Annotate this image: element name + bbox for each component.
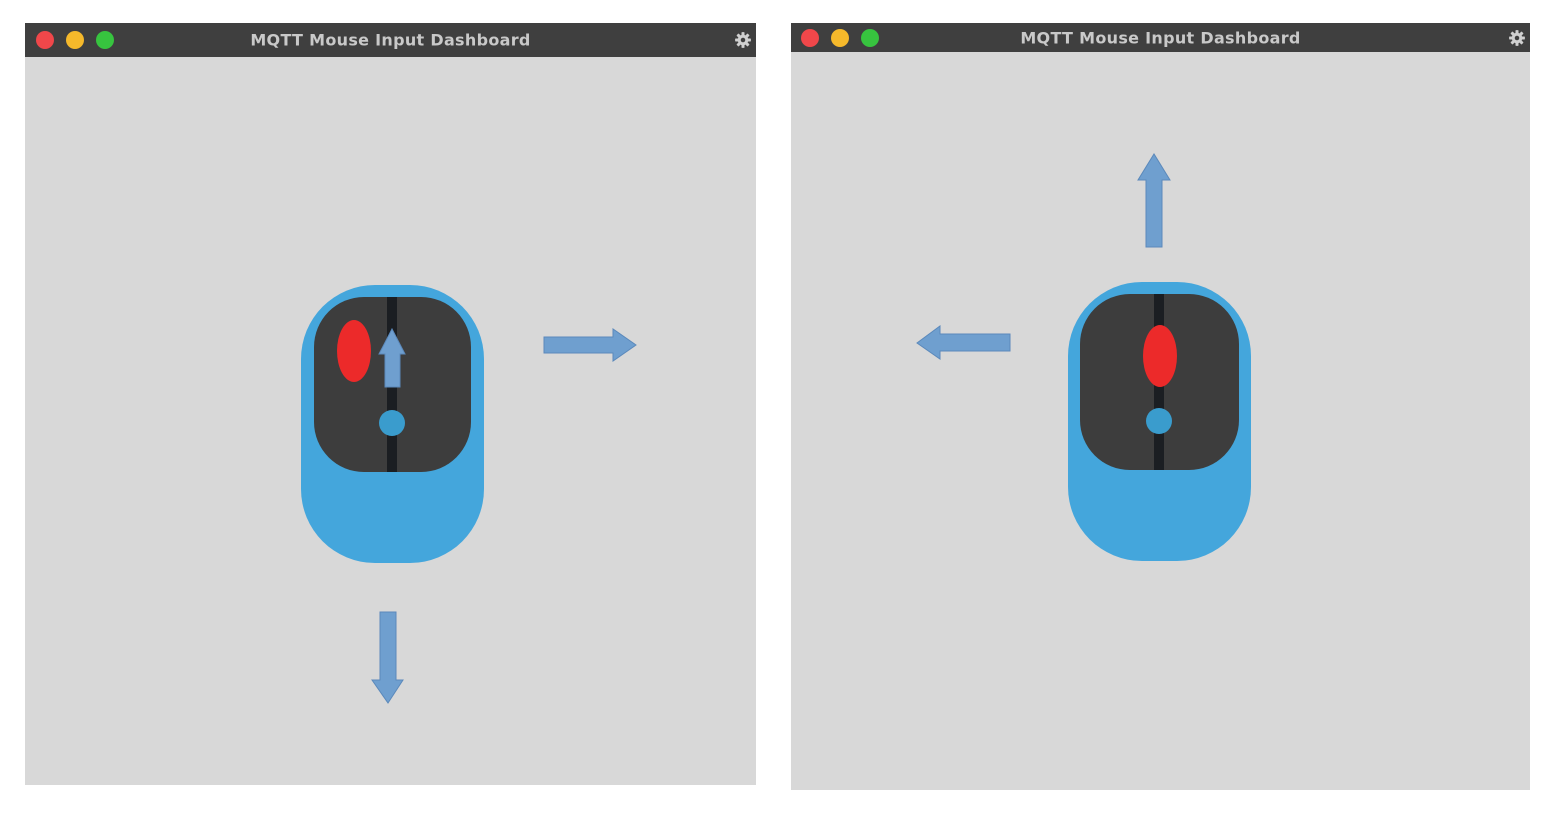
move-up-arrow [1137, 153, 1171, 248]
mouse-visualization [916, 153, 1251, 561]
mouse-visualization [301, 285, 637, 704]
dashboard-window-right: MQTT Mouse Input Dashboard [791, 23, 1530, 790]
move-left-arrow [916, 325, 1011, 360]
middle-button-indicator [1143, 325, 1177, 387]
move-right-arrow [543, 328, 637, 362]
move-down-arrow [371, 611, 404, 704]
scroll-wheel [1146, 408, 1172, 434]
left-button-indicator [337, 320, 371, 382]
dashboard-window-left: MQTT Mouse Input Dashboard [25, 23, 756, 785]
scroll-wheel [379, 410, 405, 436]
